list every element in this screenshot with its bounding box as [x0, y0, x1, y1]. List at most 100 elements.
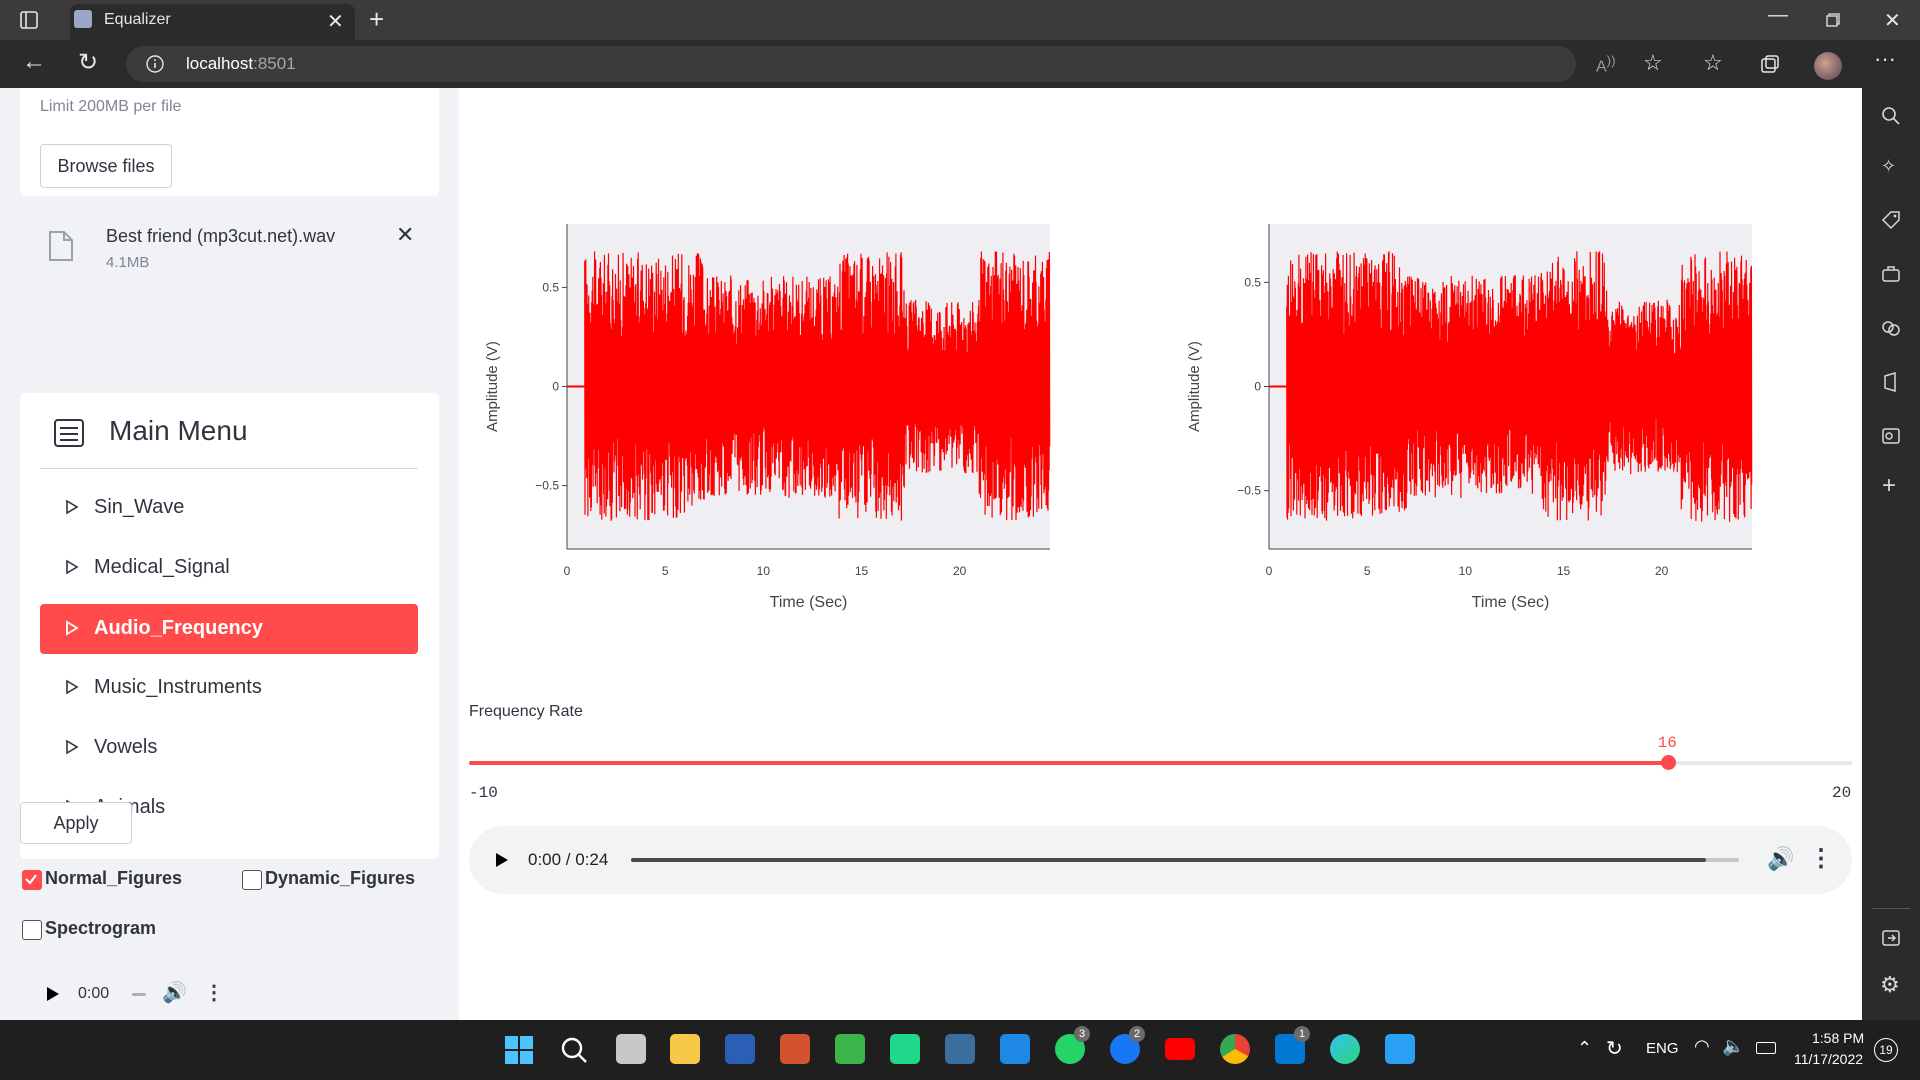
refresh-icon[interactable]: ↻ — [78, 48, 98, 77]
remove-file-icon[interactable]: ✕ — [396, 222, 414, 248]
outlook-icon[interactable] — [1881, 426, 1901, 446]
x-tick-label: 0 — [1266, 564, 1273, 578]
search-icon[interactable] — [560, 1036, 588, 1064]
uploaded-file-size: 4.1MB — [106, 254, 150, 271]
shopping-tag-icon[interactable] — [1881, 210, 1901, 230]
player-progress-track[interactable] — [631, 858, 1739, 862]
menu-item-audio-frequency[interactable]: Audio_Frequency — [40, 604, 418, 654]
menu-item-label: Medical_Signal — [94, 556, 230, 578]
y-tick-label: −0.5 — [1237, 484, 1261, 498]
minimize-icon[interactable]: — — [1768, 4, 1788, 27]
sidebar-audio-player[interactable]: 0:00 🔊 ⋮ — [20, 974, 230, 1014]
player-options-icon[interactable]: ⋮ — [1809, 844, 1833, 873]
play-icon[interactable] — [495, 852, 509, 868]
hide-sidebar-icon[interactable] — [1881, 928, 1901, 948]
sync-icon[interactable]: ↻ — [1606, 1036, 1623, 1061]
browse-files-button[interactable]: Browse files — [40, 144, 172, 188]
file-icon — [49, 231, 73, 261]
volume-icon[interactable]: 🔊 — [1767, 846, 1794, 872]
x-tick-label: 15 — [1557, 564, 1571, 578]
settings-icon[interactable]: ⚙ — [1880, 972, 1900, 998]
notification-count[interactable]: 19 — [1874, 1038, 1898, 1062]
media-app-icon[interactable] — [835, 1034, 865, 1064]
player-options-icon[interactable]: ⋮ — [204, 980, 224, 1005]
tab-actions-icon[interactable] — [20, 11, 38, 29]
file-explorer-icon[interactable] — [670, 1034, 700, 1064]
play-icon[interactable] — [46, 986, 60, 1002]
player-time: 0:00 / 0:24 — [528, 850, 609, 869]
menu-item-label: Music_Instruments — [94, 676, 262, 698]
slider-max-label: 20 — [1832, 784, 1852, 802]
back-icon[interactable]: ← — [22, 48, 46, 76]
menu-item-music-instruments[interactable]: Music_Instruments — [40, 663, 418, 713]
office-icon[interactable] — [1881, 372, 1901, 392]
y-tick-label: 0.5 — [542, 280, 559, 294]
checkbox-label: Spectrogram — [45, 918, 157, 938]
main-menu: Main Menu Sin_Wave Medical_Signal Audio_… — [20, 393, 439, 859]
browser-tab-bar: Equalizer ✕ + — ✕ — [0, 0, 1920, 40]
file-uploader[interactable]: Limit 200MB per file Browse files — [20, 88, 439, 196]
menu-item-medical-signal[interactable]: Medical_Signal — [40, 543, 418, 593]
show-hidden-icons[interactable]: ⌃ — [1577, 1038, 1592, 1059]
chrome-icon[interactable] — [1220, 1034, 1250, 1064]
youtube-icon[interactable] — [1165, 1038, 1195, 1060]
close-window-icon[interactable]: ✕ — [1884, 8, 1901, 33]
search-icon[interactable] — [1881, 106, 1901, 126]
task-view-icon[interactable] — [616, 1034, 646, 1064]
chart-svg: 0 5 10 15 20 0.5 0 −0.5 Time (Sec) Amplitude (V) — [1186, 224, 1753, 611]
speaker-icon[interactable]: 🔈 — [1722, 1036, 1744, 1057]
menu-item-label: Audio_Frequency — [94, 617, 263, 639]
word-icon[interactable] — [725, 1034, 755, 1064]
play-arrow-icon — [66, 620, 79, 636]
y-tick-label: 0.5 — [1244, 275, 1261, 289]
vscode-icon[interactable] — [1000, 1034, 1030, 1064]
clock-time[interactable]: 1:58 PM — [1812, 1030, 1864, 1046]
tools-icon[interactable] — [1881, 264, 1901, 284]
frequency-slider-track[interactable] — [469, 755, 1852, 770]
language-indicator[interactable]: ENG — [1646, 1040, 1679, 1057]
menu-item-sin-wave[interactable]: Sin_Wave — [40, 483, 418, 533]
site-info-icon[interactable] — [146, 55, 164, 73]
app-sidebar: Limit 200MB per file Browse files Best f… — [0, 88, 459, 1020]
checkbox-unchecked-icon[interactable] — [22, 920, 42, 940]
x-tick-label: 20 — [953, 564, 967, 578]
apply-button[interactable]: Apply — [20, 802, 132, 844]
favorites-icon[interactable]: ☆ — [1703, 50, 1723, 76]
games-icon[interactable] — [1881, 318, 1901, 338]
new-tab-icon[interactable]: + — [369, 4, 384, 35]
more-options-icon[interactable]: ··· — [1874, 46, 1896, 72]
discover-icon[interactable]: ✧ — [1881, 156, 1896, 177]
read-aloud-icon[interactable]: A)) — [1596, 53, 1616, 76]
y-axis-label: Amplitude (V) — [484, 341, 501, 432]
edge-icon[interactable] — [1330, 1034, 1360, 1064]
frequency-slider-thumb[interactable] — [1660, 755, 1676, 770]
pycharm-icon[interactable] — [890, 1034, 920, 1064]
mysql-workbench-icon[interactable] — [945, 1034, 975, 1064]
browser-tab[interactable]: Equalizer ✕ — [70, 4, 355, 40]
volume-icon[interactable]: 🔊 — [162, 980, 187, 1005]
mail-badge: 1 — [1294, 1026, 1310, 1042]
collections-icon[interactable] — [1760, 54, 1780, 74]
menu-item-vowels[interactable]: Vowels — [40, 723, 418, 773]
restore-icon[interactable] — [1826, 13, 1840, 27]
uploaded-file-name: Best friend (mp3cut.net).wav — [106, 226, 336, 246]
clock-date[interactable]: 11/17/2022 — [1794, 1051, 1863, 1067]
powerpoint-icon[interactable] — [780, 1034, 810, 1064]
y-tick-label: −0.5 — [535, 479, 559, 493]
x-tick-label: 0 — [564, 564, 571, 578]
checkbox-unchecked-icon[interactable] — [242, 870, 262, 890]
mini-player-progress[interactable] — [132, 993, 146, 996]
y-axis-label: Amplitude (V) — [1186, 341, 1203, 432]
close-tab-icon[interactable]: ✕ — [327, 9, 344, 34]
url-field[interactable]: localhost:8501 A)) ☆ — [126, 46, 1663, 82]
profile-avatar[interactable] — [1814, 52, 1842, 80]
wifi-icon[interactable]: ◠ — [1694, 1036, 1710, 1057]
audio-player[interactable]: 0:00 / 0:24 🔊 ⋮ — [469, 826, 1852, 894]
battery-icon[interactable] — [1756, 1042, 1776, 1054]
add-favorite-icon[interactable]: ☆ — [1643, 50, 1663, 76]
checkbox-checked-icon[interactable] — [22, 870, 42, 890]
add-sidebar-icon[interactable]: + — [1882, 472, 1896, 500]
x-tick-label: 20 — [1655, 564, 1669, 578]
start-icon[interactable] — [505, 1036, 533, 1064]
photos-icon[interactable] — [1385, 1034, 1415, 1064]
